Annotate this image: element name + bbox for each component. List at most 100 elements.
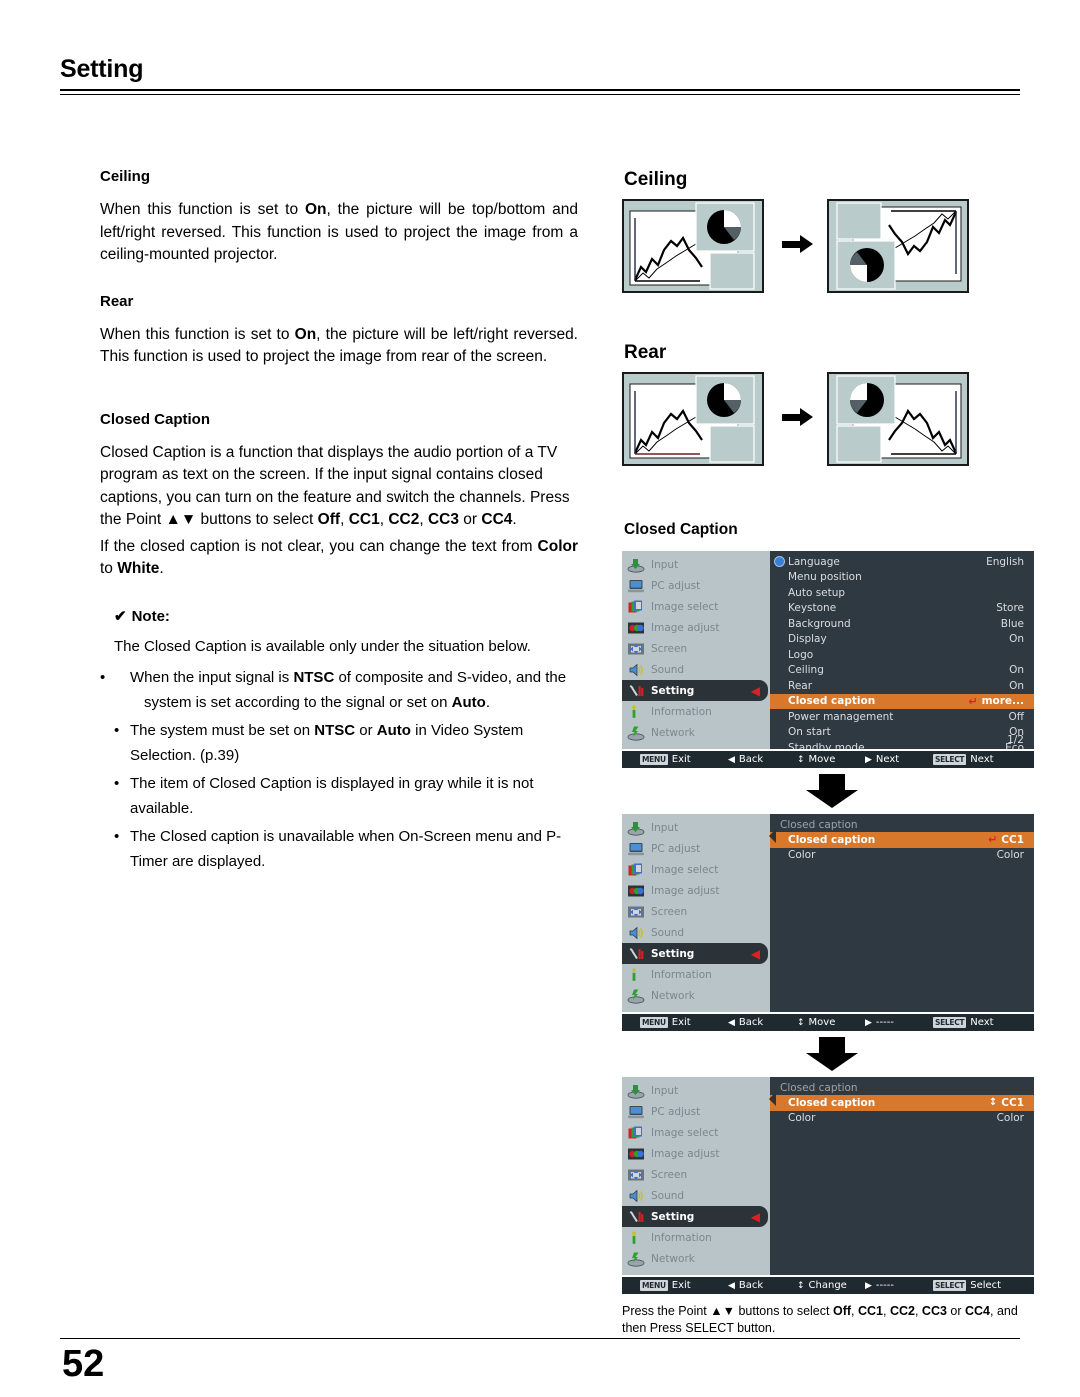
osd-row-color[interactable]: Color Color [770, 848, 1034, 864]
osd-row-background[interactable]: Background Blue [770, 616, 1034, 632]
osd-bar-exit[interactable]: MENU Exit [640, 1280, 691, 1291]
osd-bar-label: Select [970, 1280, 1002, 1291]
osd-row-label: Color [788, 849, 816, 862]
osd-row-rear[interactable]: Rear On [770, 678, 1034, 694]
chevron-right-icon: ▶ [865, 1280, 872, 1291]
osd-bar-back[interactable]: ◀ Back [728, 1280, 763, 1291]
osd-sidebar-1[interactable]: Input PC adjust Image select Image adjus… [622, 551, 770, 749]
cc-opt-off: Off [317, 511, 341, 528]
heading-closed-caption-osd: Closed Caption [624, 521, 738, 538]
osd-main-panel-2[interactable]: Closed caption Closed caption ↵ CC1 Color C… [769, 814, 1034, 1012]
osd-bar-label: ----- [875, 1280, 894, 1291]
network-icon [627, 988, 645, 1004]
sidebar-item-network[interactable]: Network [622, 1248, 770, 1269]
information-icon [627, 967, 645, 983]
sidebar-item-sound[interactable]: Sound [622, 922, 770, 943]
osd-bar-back[interactable]: ◀ Back [728, 1017, 763, 1028]
bullet-icon: • [114, 721, 120, 739]
image-select-icon [627, 862, 645, 878]
osd-bar-next[interactable]: ▶ Next [865, 754, 899, 765]
osd-bar-select[interactable]: SELECT Select [933, 1280, 1001, 1291]
osd-row-keystone[interactable]: Keystone Store [770, 601, 1034, 617]
osd-main-panel-3[interactable]: Closed caption Closed caption ↕ CC1 Color C… [769, 1077, 1034, 1275]
sidebar-item-setting[interactable]: Setting ◀ [622, 680, 768, 701]
osd-row-closed-caption[interactable]: Closed caption ↕ CC1 [770, 1095, 1034, 1111]
osd-bar-move[interactable]: ↕ Move [797, 754, 835, 765]
sidebar-item-screen[interactable]: Screen [622, 638, 770, 659]
note-label: Note: [131, 607, 170, 625]
input-icon [627, 820, 645, 836]
sidebar-item-pc-adjust[interactable]: PC adjust [622, 1101, 770, 1122]
sidebar-item-pc-adjust[interactable]: PC adjust [622, 838, 770, 859]
sidebar-item-information[interactable]: Information [622, 964, 770, 985]
note-heading: ✔ Note: [114, 607, 578, 626]
osd-row-value: English [986, 555, 1024, 568]
sidebar-item-network[interactable]: Network [622, 722, 770, 743]
osd-row-language[interactable]: Language English [770, 554, 1034, 570]
sidebar-item-information[interactable]: Information [622, 701, 770, 722]
osd-bar-label: Back [738, 1280, 764, 1291]
osd-menu-closed-caption-2[interactable]: Input PC adjust Image select Image adjus… [622, 1077, 1034, 1294]
osd-row-label: On start [788, 726, 831, 739]
projection-rear-svg [829, 374, 967, 464]
osd-sidebar-3[interactable]: Input PC adjust Image select Image adjus… [622, 1077, 770, 1275]
osd-row-label: Closed caption [788, 833, 876, 846]
osd-row-ceiling[interactable]: Ceiling On [770, 663, 1034, 679]
cc-color-bold: Color [537, 537, 578, 555]
sidebar-item-screen[interactable]: Screen [622, 1164, 770, 1185]
osd-bottom-bar-3: MENU Exit ◀ Back ↕ Change ▶ ----- SELECT Sele… [622, 1275, 1034, 1294]
sidebar-label: Image adjust [651, 621, 720, 634]
sidebar-item-input[interactable]: Input [622, 1080, 770, 1101]
note-item-0-p0: When the input signal is [130, 668, 294, 686]
osd-row-closed-caption[interactable]: Closed caption ↵ more... [770, 693, 1034, 709]
sidebar-item-information[interactable]: Information [622, 1227, 770, 1248]
osd-bar-change[interactable]: ↕ Change [797, 1280, 847, 1291]
sidebar-item-setting[interactable]: Setting ◀ [622, 1206, 768, 1227]
osd-row-display[interactable]: Display On [770, 632, 1034, 648]
sidebar-item-input[interactable]: Input [622, 554, 770, 575]
sidebar-item-image-select[interactable]: Image select [622, 1122, 770, 1143]
osd-row-label: Rear [788, 679, 813, 692]
caption-pre: Press the Point ▲▼ buttons to select [622, 1304, 833, 1318]
sidebar-item-pc-adjust[interactable]: PC adjust [622, 575, 770, 596]
osd-bar-exit[interactable]: MENU Exit [640, 1017, 691, 1028]
sidebar-item-image-adjust[interactable]: Image adjust [622, 617, 770, 638]
sidebar-label: Setting [651, 1210, 695, 1223]
sidebar-item-image-select[interactable]: Image select [622, 859, 770, 880]
sidebar-item-image-adjust[interactable]: Image adjust [622, 1143, 770, 1164]
sidebar-item-input[interactable]: Input [622, 817, 770, 838]
osd-row-power-management[interactable]: Power management Off [770, 709, 1034, 725]
osd-row-closed-caption[interactable]: Closed caption ↵ CC1 [770, 832, 1034, 848]
osd-bar-select[interactable]: SELECT Next [933, 1017, 994, 1028]
osd-row-color[interactable]: Color Color [770, 1111, 1034, 1127]
osd-submenu-title: Closed caption [780, 819, 858, 831]
osd-bar-select[interactable]: SELECT Next [933, 754, 994, 765]
osd-main-panel-1[interactable]: Language English Menu position Auto setu… [770, 551, 1034, 754]
osd-sidebar-2[interactable]: Input PC adjust Image select Image adjus… [622, 814, 770, 1012]
osd-menu-setting[interactable]: Input PC adjust Image select Image adjus… [622, 551, 1034, 768]
sidebar-item-sound[interactable]: Sound [622, 659, 770, 680]
osd-bar-move[interactable]: ↕ Move [797, 1017, 835, 1028]
sidebar-item-image-adjust[interactable]: Image adjust [622, 880, 770, 901]
osd-bottom-bar-2: MENU Exit ◀ Back ↕ Move ▶ ----- SELECT Next [622, 1012, 1034, 1031]
check-icon: ✔ [114, 607, 127, 625]
submenu-pointer-icon [769, 1092, 776, 1106]
osd-menu-closed-caption-1[interactable]: Input PC adjust Image select Image adjus… [622, 814, 1034, 1031]
osd-bar-next[interactable]: ▶ ----- [865, 1017, 894, 1028]
osd-bar-back[interactable]: ◀ Back [728, 754, 763, 765]
osd-row-value: Color [996, 1112, 1024, 1125]
sidebar-item-setting[interactable]: Setting ◀ [622, 943, 768, 964]
osd-bar-exit[interactable]: MENU Exit [640, 754, 691, 765]
osd-row-auto-setup[interactable]: Auto setup [770, 585, 1034, 601]
sidebar-item-network[interactable]: Network [622, 985, 770, 1006]
sidebar-item-sound[interactable]: Sound [622, 1185, 770, 1206]
osd-row-logo[interactable]: Logo [770, 647, 1034, 663]
sidebar-item-image-select[interactable]: Image select [622, 596, 770, 617]
select-key-icon: SELECT [933, 1280, 967, 1291]
osd-bar-label: Back [738, 1017, 764, 1028]
osd-bar-label: Next [970, 754, 994, 765]
sidebar-item-screen[interactable]: Screen [622, 901, 770, 922]
osd-row-menu-position[interactable]: Menu position [770, 570, 1034, 586]
osd-bar-next[interactable]: ▶ ----- [865, 1280, 894, 1291]
osd-row-on-start[interactable]: On start On [770, 725, 1034, 741]
